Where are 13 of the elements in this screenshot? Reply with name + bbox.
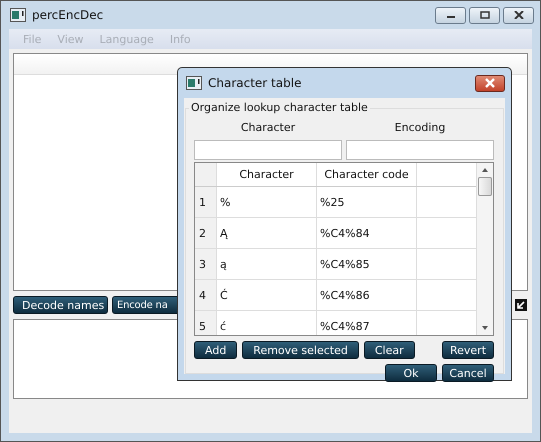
group-title: Organize lookup character table — [189, 101, 370, 114]
table-cell: %C4%86 — [317, 280, 417, 310]
table-cell: %25 — [317, 187, 417, 217]
field-label: Character — [240, 121, 296, 134]
table-cell: Ć — [217, 280, 317, 310]
table-cell: %C4%85 — [317, 249, 417, 279]
window-title: percEncDec — [32, 8, 104, 22]
table-cell: %C4%84 — [317, 218, 417, 248]
table-cell: Ą — [217, 218, 317, 248]
table-cell: % — [217, 187, 317, 217]
field-label: Encoding — [394, 121, 446, 134]
table-cell: ą — [217, 249, 317, 279]
dialog-title: Character table — [208, 76, 302, 90]
